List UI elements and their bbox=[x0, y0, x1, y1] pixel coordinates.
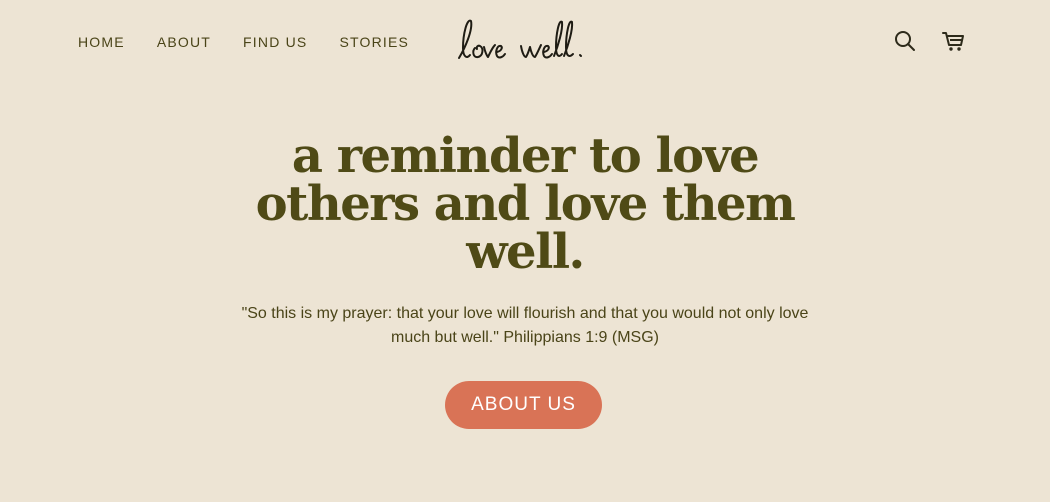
main-nav: HOME ABOUT FIND US STORIES bbox=[78, 34, 441, 50]
header-actions bbox=[892, 28, 966, 54]
logo[interactable] bbox=[455, 14, 595, 68]
nav-stories-link[interactable]: STORIES bbox=[339, 34, 409, 50]
cart-icon[interactable] bbox=[940, 28, 966, 54]
hero-title: a reminder to love others and love them … bbox=[255, 128, 796, 280]
logo-script-image bbox=[458, 19, 582, 59]
about-us-button[interactable]: ABOUT US bbox=[445, 381, 602, 429]
nav-about-link[interactable]: ABOUT bbox=[157, 34, 211, 50]
hero-quote: "So this is my prayer: that your love wi… bbox=[241, 305, 809, 346]
site-header: HOME ABOUT FIND US STORIES bbox=[0, 0, 1050, 84]
nav-find-us-link[interactable]: FIND US bbox=[243, 34, 307, 50]
nav-home-link[interactable]: HOME bbox=[78, 34, 125, 50]
search-icon[interactable] bbox=[892, 28, 918, 54]
